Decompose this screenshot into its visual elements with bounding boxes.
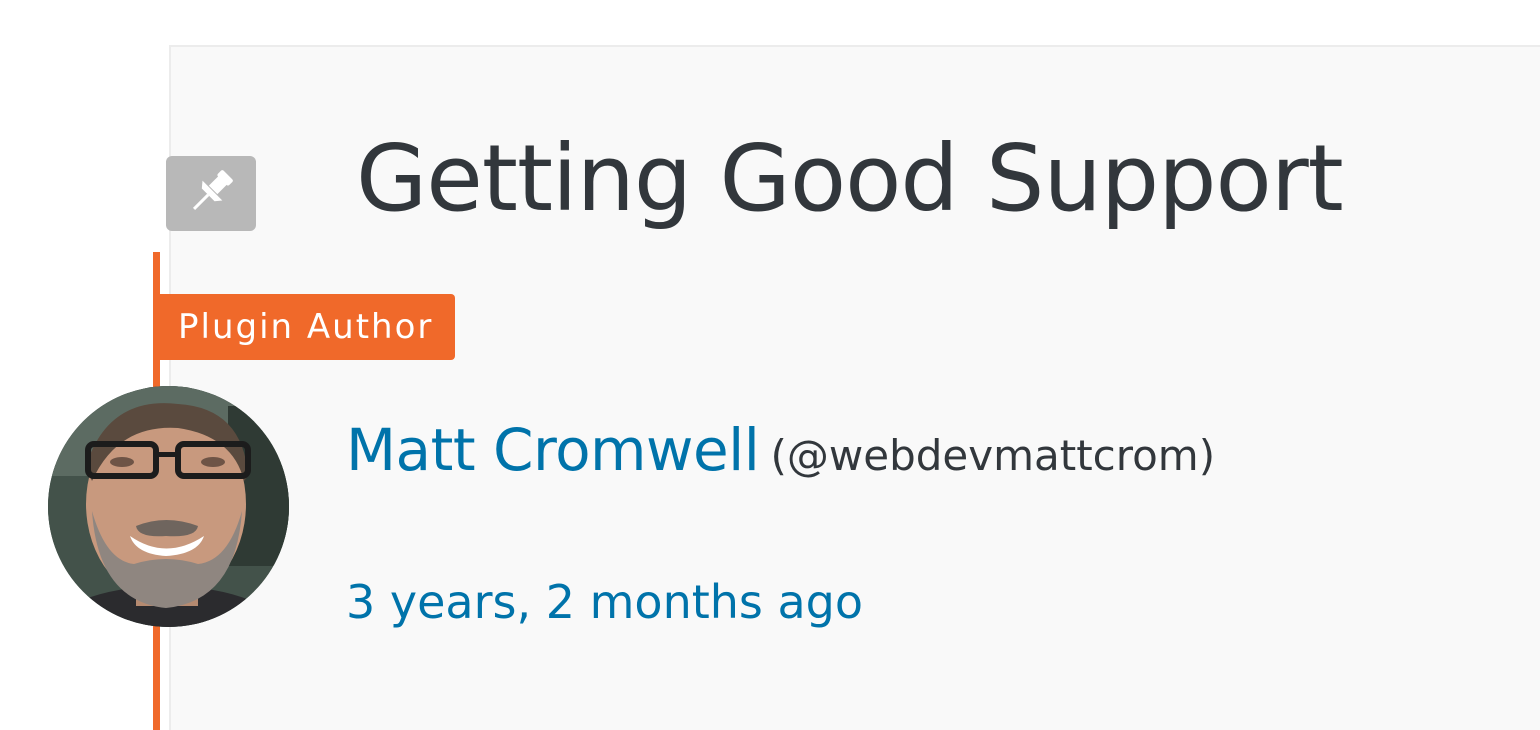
author-avatar[interactable] (48, 386, 289, 627)
forum-topic-header: Getting Good Support Plugin Author Matt … (0, 0, 1540, 730)
topic-title: Getting Good Support (356, 125, 1344, 232)
sticky-badge (166, 156, 256, 231)
topic-date-link[interactable]: 3 years, 2 months ago (346, 575, 863, 629)
author-name-link[interactable]: Matt Cromwell (346, 416, 760, 484)
author-role-badge: Plugin Author (155, 294, 456, 360)
author-line: Matt Cromwell (@webdevmattcrom) (346, 416, 1215, 484)
avatar-portrait-icon (48, 386, 289, 627)
author-handle: (@webdevmattcrom) (770, 431, 1216, 480)
pushpin-icon (182, 163, 240, 225)
